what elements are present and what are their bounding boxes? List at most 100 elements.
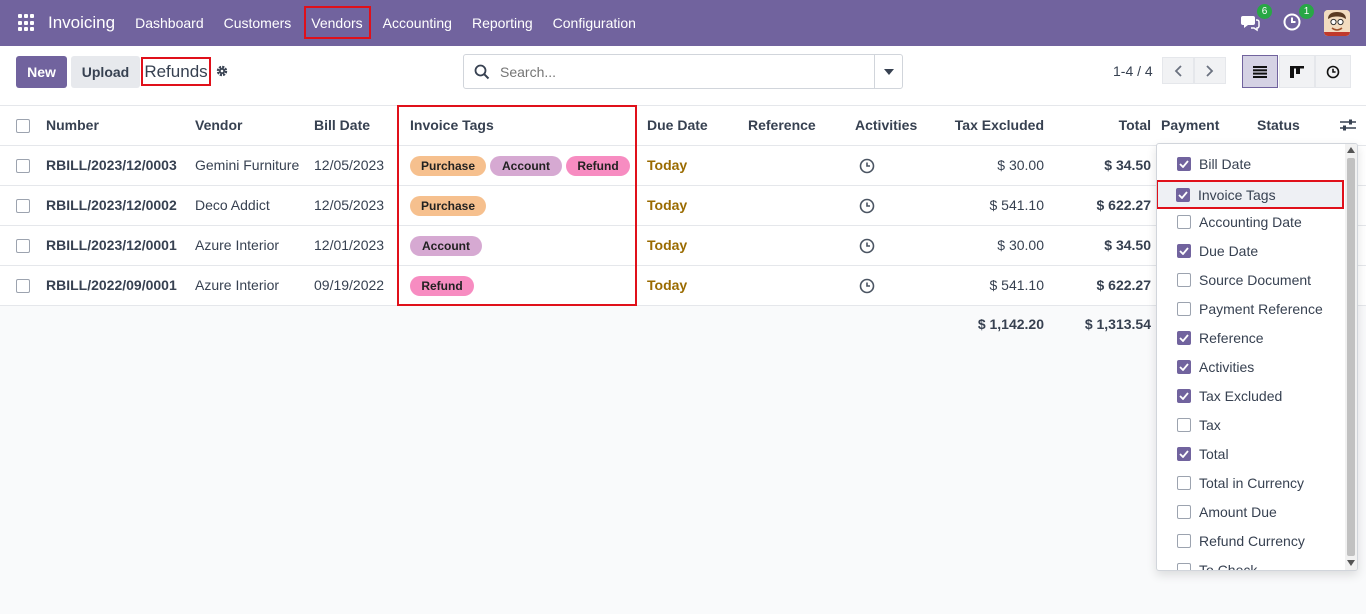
- checkbox-unchecked[interactable]: [1177, 475, 1191, 490]
- checkbox-checked[interactable]: [1177, 388, 1191, 403]
- checkbox-checked[interactable]: [1177, 330, 1191, 345]
- activity-clock-icon[interactable]: [859, 278, 875, 294]
- column-payment[interactable]: Payment: [1161, 117, 1219, 133]
- check-icon: [1179, 159, 1189, 168]
- checkbox-unchecked[interactable]: [1177, 272, 1191, 287]
- checkbox-checked[interactable]: [1177, 243, 1191, 258]
- optional-column-tax-excluded[interactable]: Tax Excluded: [1157, 381, 1345, 410]
- dropdown-scrollbar[interactable]: [1345, 144, 1357, 570]
- row-checkbox[interactable]: [16, 199, 30, 213]
- checkbox-checked[interactable]: [1177, 446, 1191, 461]
- search-icon: [474, 64, 490, 79]
- row-due-date: Today: [647, 157, 688, 173]
- optional-column-amount-due[interactable]: Amount Due: [1157, 497, 1345, 526]
- list-view-icon: [1253, 65, 1267, 78]
- search-options-toggle[interactable]: [874, 55, 902, 88]
- pager-previous-button[interactable]: [1162, 57, 1194, 84]
- checkbox-unchecked[interactable]: [1177, 301, 1191, 316]
- user-avatar[interactable]: [1324, 10, 1350, 36]
- activity-clock-icon[interactable]: [859, 238, 875, 254]
- row-bill-date: 12/01/2023: [314, 237, 385, 253]
- optional-column-label: To Check: [1199, 561, 1258, 571]
- optional-column-label: Payment Reference: [1199, 300, 1323, 317]
- row-checkbox[interactable]: [16, 239, 30, 253]
- checkbox-checked[interactable]: [1176, 187, 1190, 202]
- caret-down-icon: [883, 68, 894, 75]
- optional-column-due-date[interactable]: Due Date: [1157, 236, 1345, 265]
- optional-column-source-document[interactable]: Source Document: [1157, 265, 1345, 294]
- optional-column-total-in-currency[interactable]: Total in Currency: [1157, 468, 1345, 497]
- optional-column-tax[interactable]: Tax: [1157, 410, 1345, 439]
- search-box[interactable]: [463, 54, 903, 89]
- gear-icon[interactable]: [215, 64, 229, 78]
- optional-column-refund-currency[interactable]: Refund Currency: [1157, 526, 1345, 555]
- optional-column-label: Total: [1199, 445, 1229, 462]
- list-view-button[interactable]: [1242, 55, 1278, 88]
- scroll-down-icon[interactable]: [1347, 560, 1355, 566]
- column-reference[interactable]: Reference: [748, 117, 816, 133]
- menu-accounting[interactable]: Accounting: [373, 0, 462, 46]
- column-tax-excluded[interactable]: Tax Excluded: [944, 117, 1044, 133]
- menu-configuration[interactable]: Configuration: [543, 0, 646, 46]
- search-input[interactable]: [500, 63, 880, 80]
- avatar-face-icon: [1324, 10, 1350, 36]
- row-tax-excluded: $ 30.00: [997, 157, 1044, 173]
- optional-column-accounting-date[interactable]: Accounting Date: [1157, 207, 1345, 236]
- activity-view-button[interactable]: [1315, 55, 1351, 88]
- row-vendor: Gemini Furniture: [195, 157, 300, 173]
- menu-reporting[interactable]: Reporting: [462, 0, 543, 46]
- column-number[interactable]: Number: [46, 117, 99, 133]
- checkbox-checked[interactable]: [1177, 156, 1191, 171]
- checkbox-checked[interactable]: [1177, 359, 1191, 374]
- row-total: $ 34.50: [1104, 157, 1151, 173]
- optional-columns-icon[interactable]: [1340, 118, 1356, 132]
- menu-vendors[interactable]: Vendors: [301, 0, 372, 46]
- tag-purchase: Purchase: [410, 156, 486, 176]
- optional-column-activities[interactable]: Activities: [1157, 352, 1345, 381]
- menu-dashboard[interactable]: Dashboard: [125, 0, 214, 46]
- checkbox-unchecked[interactable]: [1177, 533, 1191, 548]
- apps-icon[interactable]: [18, 14, 36, 32]
- optional-column-to-check[interactable]: To Check: [1157, 555, 1345, 571]
- optional-column-label: Amount Due: [1199, 503, 1277, 520]
- column-invoice-tags[interactable]: Invoice Tags: [410, 117, 494, 133]
- checkbox-unchecked[interactable]: [1177, 504, 1191, 519]
- activity-clock-icon[interactable]: [859, 198, 875, 214]
- new-button[interactable]: New: [16, 56, 67, 88]
- optional-column-bill-date[interactable]: Bill Date: [1157, 149, 1345, 178]
- row-bill-date: 12/05/2023: [314, 157, 385, 173]
- checkbox-unchecked[interactable]: [1177, 417, 1191, 432]
- optional-column-total[interactable]: Total: [1157, 439, 1345, 468]
- row-checkbox[interactable]: [16, 159, 30, 173]
- optional-column-invoice-tags[interactable]: Invoice Tags: [1157, 180, 1344, 209]
- activity-clock-icon[interactable]: [859, 158, 875, 174]
- optional-column-label: Activities: [1199, 358, 1255, 375]
- scroll-up-icon[interactable]: [1347, 147, 1355, 153]
- row-tax-excluded: $ 30.00: [997, 237, 1044, 253]
- column-vendor[interactable]: Vendor: [195, 117, 242, 133]
- column-activities[interactable]: Activities: [855, 117, 917, 133]
- row-tax-excluded: $ 541.10: [989, 197, 1045, 213]
- column-status[interactable]: Status: [1257, 117, 1300, 133]
- pager-next-button[interactable]: [1194, 57, 1226, 84]
- optional-column-payment-reference[interactable]: Payment Reference: [1157, 294, 1345, 323]
- messages-button[interactable]: 6: [1240, 4, 1272, 34]
- checkbox-unchecked[interactable]: [1177, 214, 1191, 229]
- upload-button[interactable]: Upload: [71, 56, 140, 88]
- activities-button[interactable]: 1: [1282, 4, 1314, 34]
- optional-column-reference[interactable]: Reference: [1157, 323, 1345, 352]
- app-brand[interactable]: Invoicing: [48, 13, 115, 33]
- kanban-view-button[interactable]: [1279, 55, 1315, 88]
- menu-customers[interactable]: Customers: [214, 0, 302, 46]
- select-all-checkbox[interactable]: [16, 119, 30, 133]
- kanban-view-icon: [1290, 65, 1304, 78]
- row-vendor: Azure Interior: [195, 237, 280, 253]
- row-checkbox[interactable]: [16, 279, 30, 293]
- pager-value[interactable]: 1-4 / 4: [1113, 63, 1153, 79]
- column-bill-date[interactable]: Bill Date: [314, 117, 370, 133]
- row-due-date: Today: [647, 237, 688, 253]
- column-due-date[interactable]: Due Date: [647, 117, 708, 133]
- checkbox-unchecked[interactable]: [1177, 562, 1191, 570]
- scroll-thumb[interactable]: [1347, 158, 1355, 556]
- column-total[interactable]: Total: [1080, 117, 1151, 133]
